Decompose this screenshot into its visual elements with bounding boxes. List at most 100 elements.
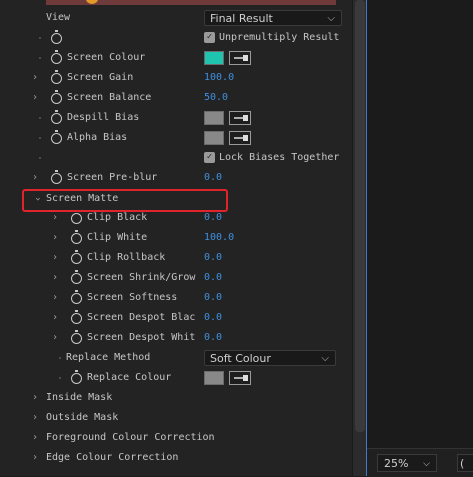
row-despot-black: › Screen Despot Blac 0.0 bbox=[0, 308, 352, 328]
layer-color-strip bbox=[46, 0, 336, 5]
screen-preblur-value[interactable]: 0.0 bbox=[204, 168, 222, 188]
expand-arrow-icon[interactable]: › bbox=[30, 88, 40, 108]
replace-method-value: Soft Colour bbox=[210, 352, 271, 365]
expand-arrow-icon[interactable]: › bbox=[50, 308, 60, 328]
stopwatch-icon[interactable] bbox=[71, 230, 82, 244]
resolution-dropdown[interactable]: ( bbox=[457, 454, 473, 472]
row-alpha-bias: Alpha Bias bbox=[0, 128, 352, 148]
dotted-guide bbox=[39, 137, 41, 139]
chevron-down-icon: ⌵ bbox=[321, 353, 329, 364]
stopwatch-icon[interactable] bbox=[71, 210, 82, 224]
expand-arrow-icon[interactable]: › bbox=[30, 408, 40, 428]
expand-arrow-icon[interactable]: › bbox=[30, 168, 40, 188]
clip-white-value[interactable]: 100.0 bbox=[204, 228, 234, 248]
row-shrink-grow: › Screen Shrink/Grow 0.0 bbox=[0, 268, 352, 288]
inside-mask-label: Inside Mask bbox=[46, 392, 113, 403]
view-dropdown[interactable]: Final Result ⌵ bbox=[204, 10, 342, 26]
unpremultiply-checkbox[interactable]: ✓ bbox=[204, 32, 215, 43]
foreground-colour-correction-label: Foreground Colour Correction bbox=[46, 432, 215, 443]
expand-arrow-icon[interactable]: › bbox=[50, 288, 60, 308]
row-clip-rollback: › Clip Rollback 0.0 bbox=[0, 248, 352, 268]
group-foreground-colour-correction[interactable]: › Foreground Colour Correction bbox=[0, 428, 352, 448]
expand-arrow-icon[interactable]: › bbox=[50, 328, 60, 348]
despill-bias-label: Despill Bias bbox=[67, 112, 140, 123]
row-screen-gain: › Screen Gain 100.0 bbox=[0, 68, 352, 88]
vertical-scrollbar[interactable] bbox=[352, 0, 367, 476]
dotted-guide bbox=[39, 37, 41, 39]
stopwatch-icon[interactable] bbox=[51, 70, 62, 84]
replace-colour-swatch[interactable] bbox=[204, 371, 224, 385]
despot-black-value[interactable]: 0.0 bbox=[204, 308, 222, 328]
screen-softness-label: Screen Softness bbox=[87, 292, 178, 303]
screen-matte-highlight-box bbox=[22, 189, 228, 212]
eyedropper-icon[interactable] bbox=[229, 131, 251, 145]
row-despot-white: › Screen Despot Whit 0.0 bbox=[0, 328, 352, 348]
expand-arrow-icon[interactable]: › bbox=[30, 448, 40, 468]
stopwatch-icon[interactable] bbox=[71, 310, 82, 324]
group-edge-colour-correction[interactable]: › Edge Colour Correction bbox=[0, 448, 352, 468]
clip-rollback-value[interactable]: 0.0 bbox=[204, 248, 222, 268]
stopwatch-icon[interactable] bbox=[51, 50, 62, 64]
expand-arrow-icon[interactable]: › bbox=[30, 428, 40, 448]
screen-softness-value[interactable]: 0.0 bbox=[204, 288, 222, 308]
despot-black-label: Screen Despot Blac bbox=[87, 312, 196, 323]
expand-arrow-icon[interactable]: › bbox=[30, 388, 40, 408]
replace-method-label: Replace Method bbox=[66, 352, 151, 363]
row-view: View Final Result ⌵ bbox=[0, 8, 352, 28]
eyedropper-icon[interactable] bbox=[229, 371, 251, 385]
unpremultiply-label: Unpremultiply Result bbox=[219, 32, 340, 43]
despot-white-value[interactable]: 0.0 bbox=[204, 328, 222, 348]
stopwatch-icon[interactable] bbox=[71, 330, 82, 344]
expand-arrow-icon[interactable]: › bbox=[30, 68, 40, 88]
expand-arrow-icon[interactable]: › bbox=[50, 248, 60, 268]
view-label: View bbox=[46, 12, 71, 23]
dotted-guide bbox=[39, 117, 41, 119]
strip-handle bbox=[86, 0, 98, 4]
row-unpremultiply: ✓ Unpremultiply Result bbox=[0, 28, 352, 48]
stopwatch-icon[interactable] bbox=[51, 90, 62, 104]
dotted-guide bbox=[59, 377, 61, 379]
row-despill-bias: Despill Bias bbox=[0, 108, 352, 128]
row-replace-method: Replace Method Soft Colour ⌵ bbox=[0, 348, 352, 368]
stopwatch-icon[interactable] bbox=[51, 170, 62, 184]
outside-mask-label: Outside Mask bbox=[46, 412, 119, 423]
stopwatch-icon[interactable] bbox=[51, 130, 62, 144]
row-lock-biases: ✓ Lock Biases Together bbox=[0, 148, 352, 168]
shrink-grow-value[interactable]: 0.0 bbox=[204, 268, 222, 288]
group-outside-mask[interactable]: › Outside Mask bbox=[0, 408, 352, 428]
eyedropper-icon[interactable] bbox=[229, 51, 251, 65]
scrollbar-thumb[interactable] bbox=[355, 0, 365, 432]
eyedropper-icon[interactable] bbox=[229, 111, 251, 125]
row-screen-colour: Screen Colour bbox=[0, 48, 352, 68]
row-clip-white: › Clip White 100.0 bbox=[0, 228, 352, 248]
alpha-bias-swatch[interactable] bbox=[204, 131, 224, 145]
chevron-down-icon: ⌵ bbox=[423, 459, 430, 469]
despill-bias-swatch[interactable] bbox=[204, 111, 224, 125]
replace-method-dropdown[interactable]: Soft Colour ⌵ bbox=[204, 350, 336, 366]
expand-arrow-icon[interactable]: › bbox=[50, 268, 60, 288]
group-inside-mask[interactable]: › Inside Mask bbox=[0, 388, 352, 408]
screen-balance-value[interactable]: 50.0 bbox=[204, 88, 228, 108]
composition-viewer: 25% ⌵ ( bbox=[366, 0, 473, 477]
screen-colour-swatch[interactable] bbox=[204, 51, 224, 65]
row-replace-colour: Replace Colour bbox=[0, 368, 352, 388]
stopwatch-icon[interactable] bbox=[71, 250, 82, 264]
effect-controls-panel: View Final Result ⌵ ✓ Unpremultiply Resu… bbox=[0, 0, 352, 476]
stopwatch-icon[interactable] bbox=[71, 370, 82, 384]
stopwatch-icon[interactable] bbox=[71, 270, 82, 284]
stopwatch-icon[interactable] bbox=[51, 30, 62, 44]
view-dropdown-value: Final Result bbox=[210, 12, 273, 25]
screen-gain-label: Screen Gain bbox=[67, 72, 134, 83]
lock-biases-checkbox[interactable]: ✓ bbox=[204, 152, 215, 163]
screen-gain-value[interactable]: 100.0 bbox=[204, 68, 234, 88]
zoom-dropdown[interactable]: 25% ⌵ bbox=[377, 454, 437, 472]
clip-rollback-label: Clip Rollback bbox=[87, 252, 166, 263]
stopwatch-icon[interactable] bbox=[71, 290, 82, 304]
stopwatch-icon[interactable] bbox=[51, 110, 62, 124]
row-screen-softness: › Screen Softness 0.0 bbox=[0, 288, 352, 308]
expand-arrow-icon[interactable]: › bbox=[50, 228, 60, 248]
dotted-guide bbox=[59, 357, 61, 359]
edge-colour-correction-label: Edge Colour Correction bbox=[46, 452, 179, 463]
dotted-guide bbox=[39, 157, 41, 159]
row-screen-preblur: › Screen Pre-blur 0.0 bbox=[0, 168, 352, 188]
